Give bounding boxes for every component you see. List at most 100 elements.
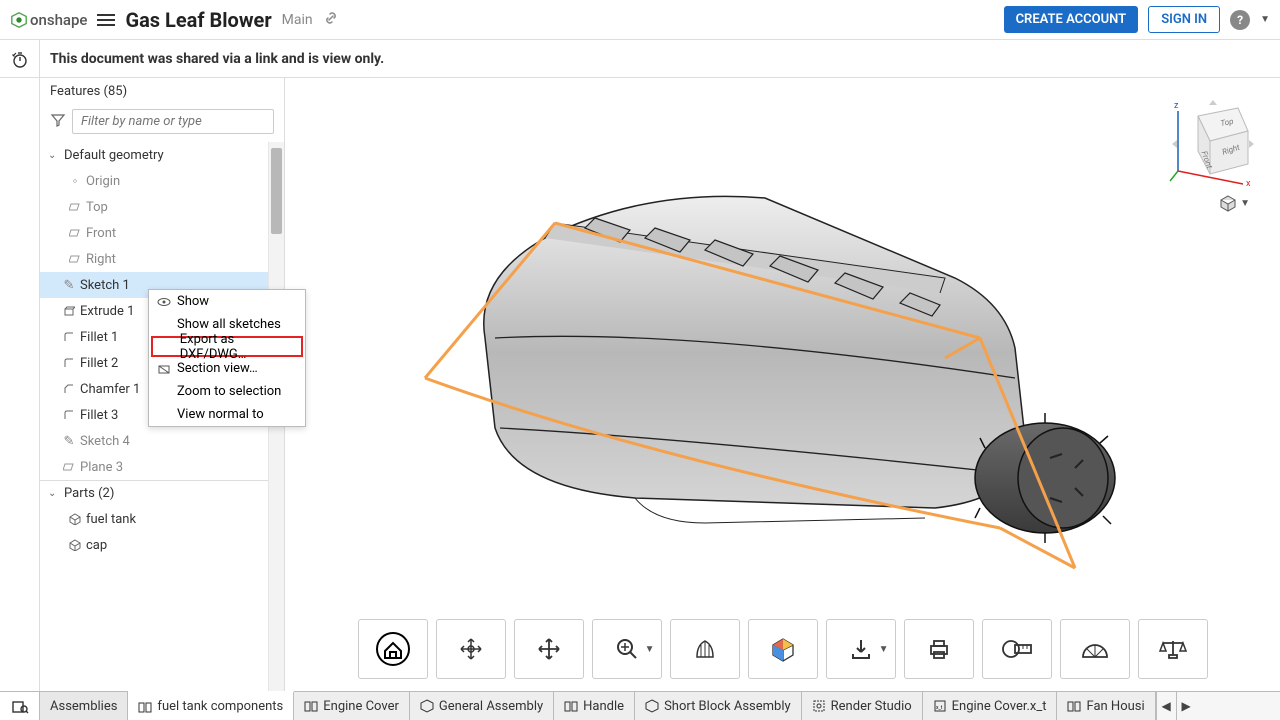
feature-label: Sketch 4 xyxy=(80,434,130,449)
feature-label: Sketch 1 xyxy=(80,278,130,293)
part-label: fuel tank xyxy=(86,512,136,527)
fillet-icon xyxy=(62,330,76,344)
print-button[interactable] xyxy=(904,619,974,679)
part-cap-row[interactable]: cap xyxy=(40,532,284,558)
tab-general-assembly[interactable]: General Assembly xyxy=(410,692,554,720)
origin-row[interactable]: ◦ Origin xyxy=(40,168,284,194)
main-area: Features (85) ⌄Default geometry ◦Origin … xyxy=(0,78,1280,691)
plane-right-row[interactable]: Right xyxy=(40,246,284,272)
zoom-button[interactable]: ▼ xyxy=(592,619,662,679)
tab-assemblies[interactable]: Assemblies xyxy=(40,692,128,720)
feature-label: Fillet 2 xyxy=(80,356,118,371)
tab-search-icon[interactable] xyxy=(0,692,40,720)
parts-header: Parts (2) xyxy=(64,486,114,501)
chevron-down-icon: ⌄ xyxy=(48,150,60,161)
filter-icon[interactable] xyxy=(50,112,66,132)
context-menu: Show Show all sketches Export as DXF/DWG… xyxy=(148,289,306,427)
tab-label: Engine Cover.x_t xyxy=(952,699,1047,714)
origin-label: Origin xyxy=(86,174,120,189)
view-toolbar: ▼ ▼ xyxy=(358,619,1208,679)
document-title[interactable]: Gas Leaf Blower xyxy=(125,8,271,32)
home-view-button[interactable] xyxy=(358,619,428,679)
tab-engine-cover[interactable]: Engine Cover xyxy=(294,692,410,720)
tab-scroll-left[interactable]: ◀ xyxy=(1156,692,1176,720)
eye-icon xyxy=(157,295,171,309)
ctx-label: Export as DXF/DWG… xyxy=(180,332,293,362)
assembly-icon xyxy=(645,699,659,713)
assembly-icon xyxy=(420,699,434,713)
ctx-export-dxf-dwg[interactable]: Export as DXF/DWG… xyxy=(151,336,303,357)
readonly-notice: This document was shared via a link and … xyxy=(40,51,384,67)
ctx-label: Section view… xyxy=(177,361,258,376)
brand-text: onshape xyxy=(30,11,87,29)
plane-label: Front xyxy=(86,226,116,241)
parts-header-row[interactable]: ⌄Parts (2) xyxy=(40,480,284,506)
section-icon xyxy=(157,362,171,376)
stopwatch-icon[interactable] xyxy=(0,40,40,77)
notice-bar: This document was shared via a link and … xyxy=(0,40,1280,78)
tab-label: Short Block Assembly xyxy=(664,699,791,714)
sketch-icon: ✎ xyxy=(62,278,76,292)
appearance-button[interactable] xyxy=(748,619,818,679)
feature-sidebar: Features (85) ⌄Default geometry ◦Origin … xyxy=(40,78,285,691)
part-studio-icon xyxy=(138,700,152,714)
part-fuel-tank-row[interactable]: fuel tank xyxy=(40,506,284,532)
chevron-down-icon: ▼ xyxy=(879,644,889,655)
mass-properties-button[interactable] xyxy=(1138,619,1208,679)
plane-front-row[interactable]: Front xyxy=(40,220,284,246)
svg-text:x_t: x_t xyxy=(936,705,943,711)
filter-row xyxy=(40,105,284,142)
pan-button[interactable] xyxy=(514,619,584,679)
plane-icon xyxy=(68,200,82,214)
tab-scroll-right[interactable]: ▶ xyxy=(1176,692,1196,720)
filter-input[interactable] xyxy=(72,109,274,134)
shaded-button[interactable] xyxy=(670,619,740,679)
tab-strip: Assemblies fuel tank components Engine C… xyxy=(0,691,1280,720)
plane-label: Top xyxy=(86,200,108,215)
ctx-view-normal[interactable]: View normal to xyxy=(149,403,305,426)
branch-label[interactable]: Main xyxy=(282,12,313,28)
brand-logo[interactable]: onshape xyxy=(10,11,87,29)
measure-button[interactable] xyxy=(982,619,1052,679)
tab-render-studio[interactable]: Render Studio xyxy=(802,692,923,720)
extrude-icon xyxy=(62,304,76,318)
ctx-label: Show all sketches xyxy=(177,317,281,332)
ctx-show[interactable]: Show xyxy=(149,290,305,313)
help-dropdown-caret[interactable]: ▼ xyxy=(1260,14,1270,25)
chamfer-icon xyxy=(62,382,76,396)
part-label: cap xyxy=(86,538,107,553)
plane-top-row[interactable]: Top xyxy=(40,194,284,220)
tab-short-block-assembly[interactable]: Short Block Assembly xyxy=(635,692,802,720)
origin-icon: ◦ xyxy=(68,174,82,188)
features-header: Features (85) xyxy=(40,78,284,105)
fillet-icon xyxy=(62,408,76,422)
tab-engine-cover-xt[interactable]: x_t Engine Cover.x_t xyxy=(923,692,1058,720)
orbit-button[interactable] xyxy=(436,619,506,679)
feature-label: Extrude 1 xyxy=(80,304,134,319)
plane-label: Right xyxy=(86,252,116,267)
header-bar: onshape Gas Leaf Blower Main CREATE ACCO… xyxy=(0,0,1280,40)
svg-text:y: y xyxy=(1168,167,1169,177)
onshape-logo-icon xyxy=(10,11,28,29)
help-icon[interactable]: ? xyxy=(1230,10,1250,30)
tab-fuel-tank-components[interactable]: fuel tank components xyxy=(128,691,294,720)
scrollbar-thumb[interactable] xyxy=(271,148,282,234)
sign-in-button[interactable]: SIGN IN xyxy=(1148,6,1220,33)
protractor-button[interactable] xyxy=(1060,619,1130,679)
view-cube-iso-icon[interactable]: ▼ xyxy=(1219,194,1250,212)
ctx-zoom-selection[interactable]: Zoom to selection xyxy=(149,380,305,403)
default-geometry-row[interactable]: ⌄Default geometry xyxy=(40,142,284,168)
hamburger-menu-icon[interactable] xyxy=(97,14,115,26)
plane-3-row[interactable]: Plane 3 xyxy=(40,454,284,480)
chevron-down-icon: ▼ xyxy=(645,644,655,655)
part-icon xyxy=(68,512,82,526)
tab-fan-housing[interactable]: Fan Housi xyxy=(1057,692,1155,720)
viewport-3d[interactable]: Top Front Right z x y ▼ ▼ ▼ xyxy=(285,78,1280,691)
sketch-4-row[interactable]: ✎Sketch 4 xyxy=(40,428,284,454)
plane-icon xyxy=(68,226,82,240)
share-link-icon[interactable] xyxy=(323,10,339,30)
export-button[interactable]: ▼ xyxy=(826,619,896,679)
view-cube[interactable]: Top Front Right z x y xyxy=(1168,96,1258,186)
create-account-button[interactable]: CREATE ACCOUNT xyxy=(1004,6,1139,33)
tab-handle[interactable]: Handle xyxy=(554,692,635,720)
